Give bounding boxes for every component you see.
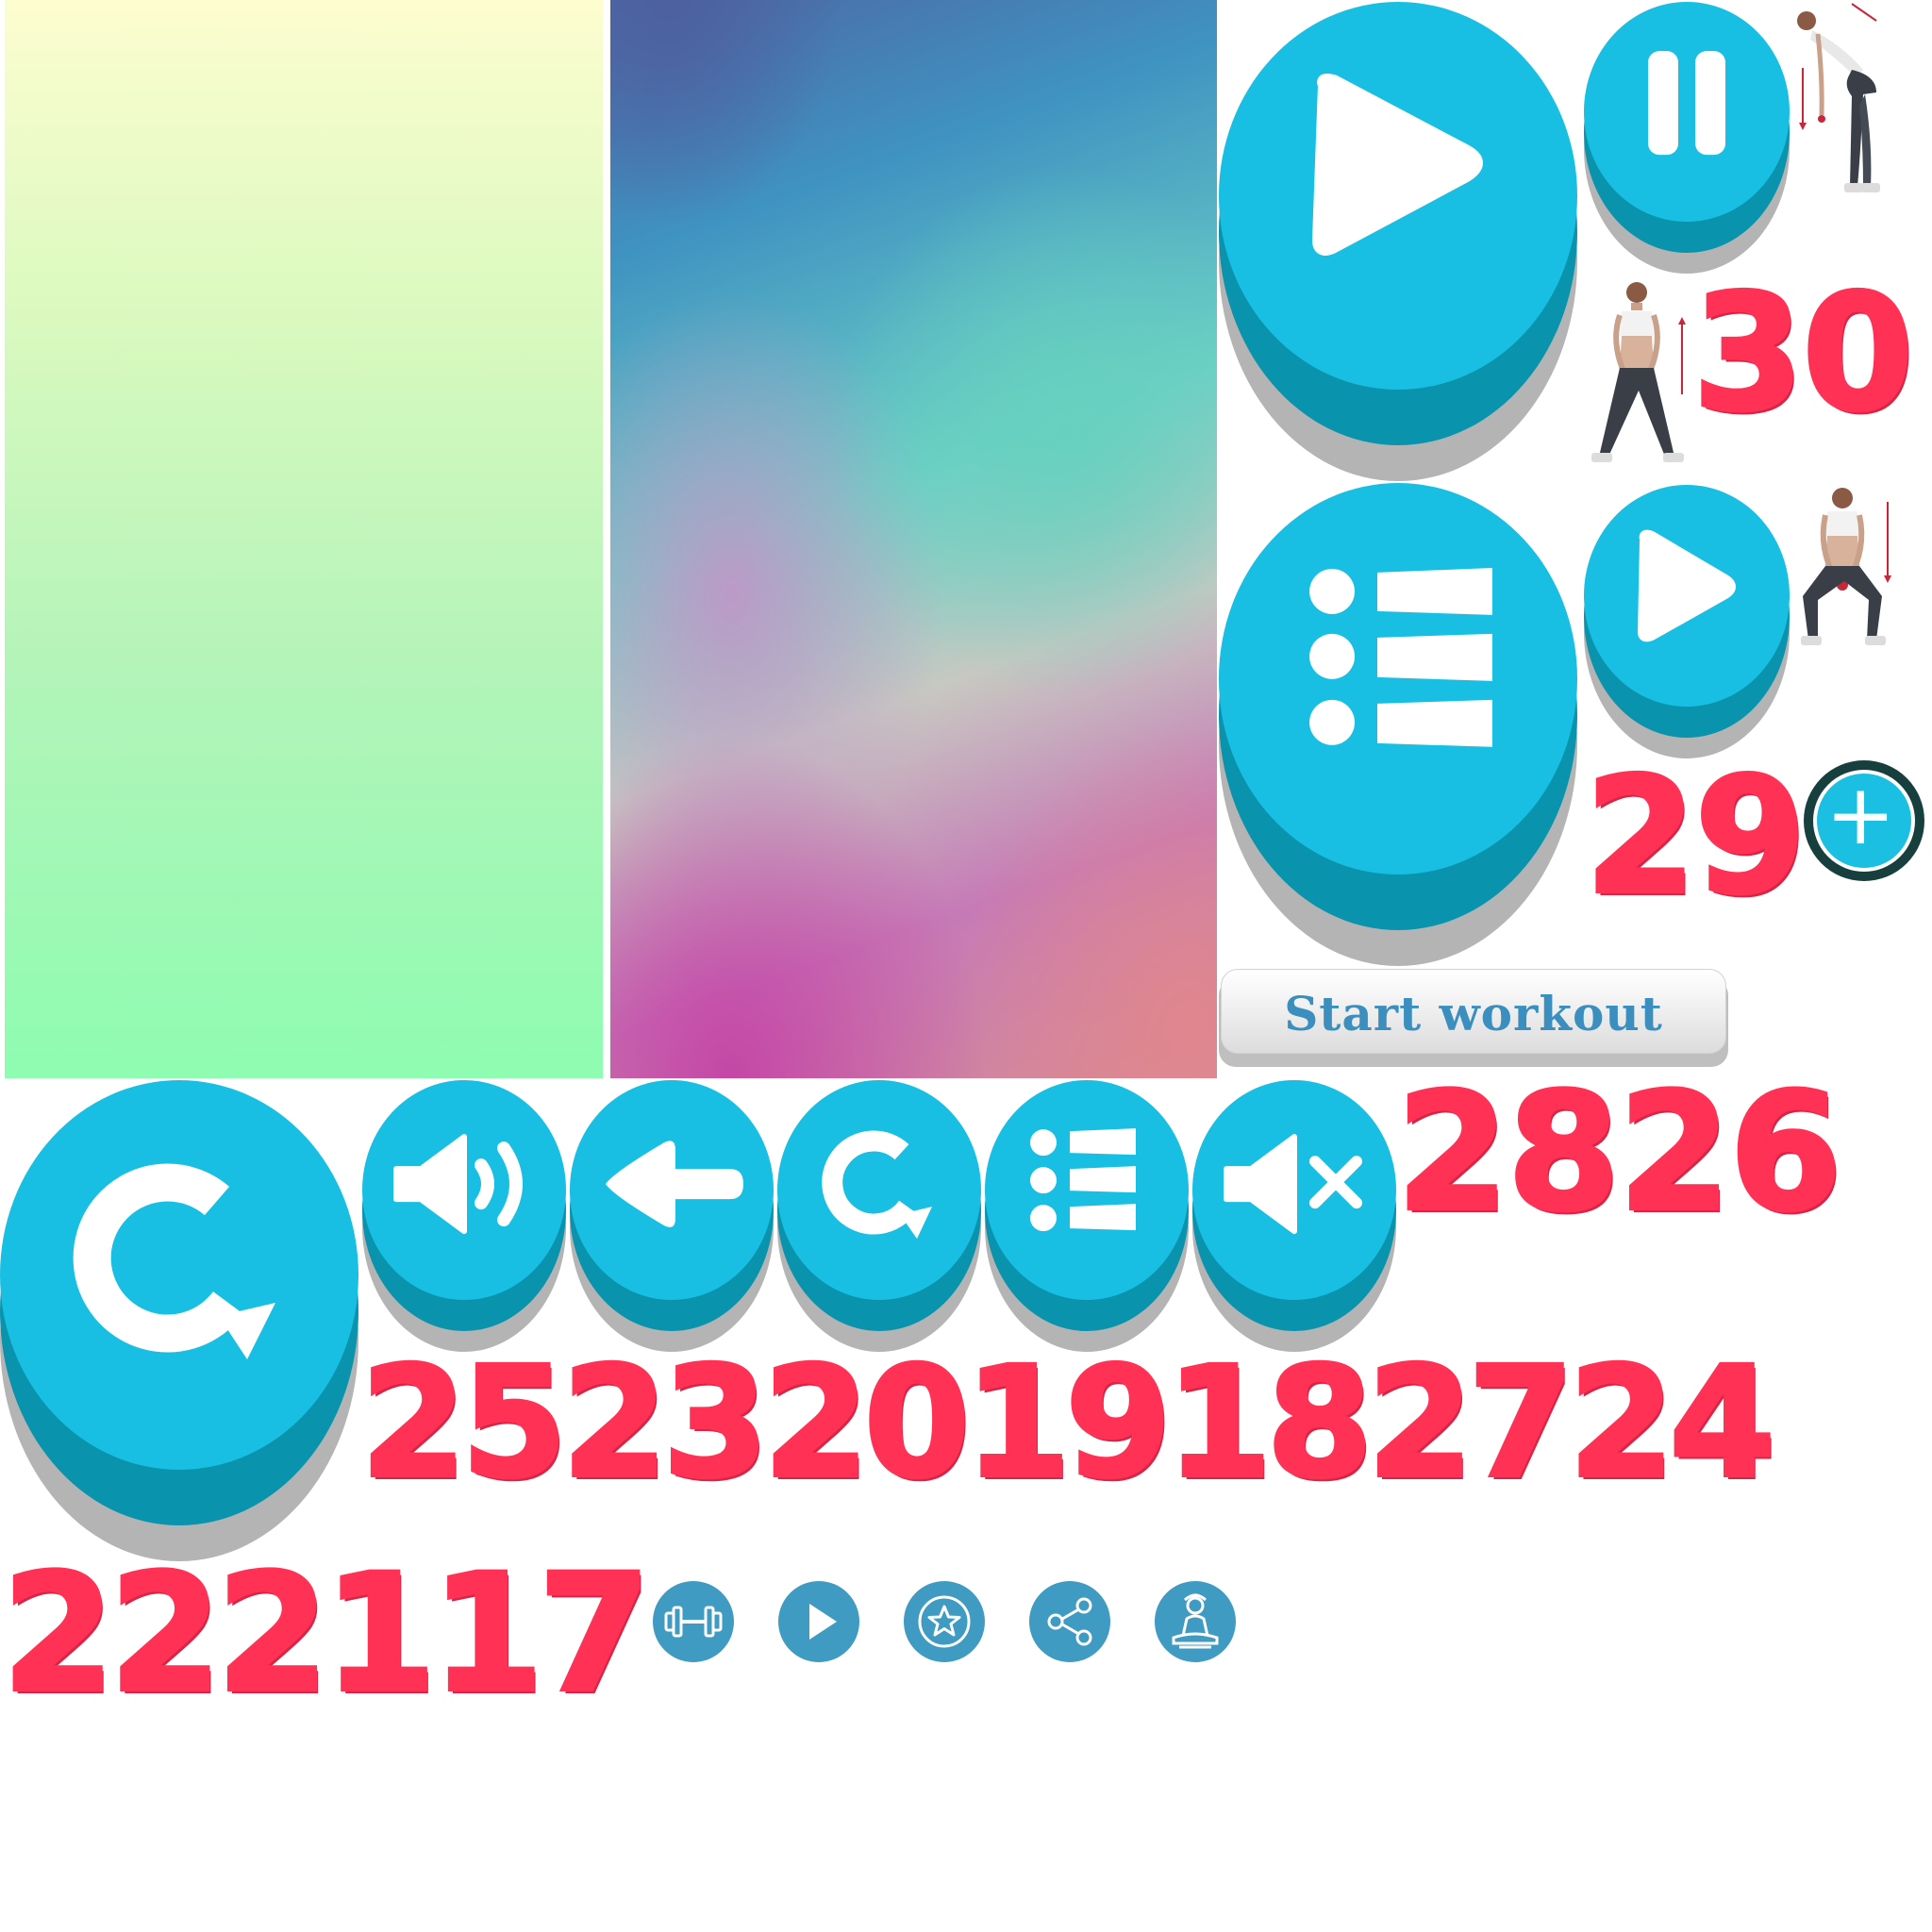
restart-icon: [73, 1163, 275, 1360]
share-button[interactable]: [1029, 1581, 1110, 1662]
restart-button-large[interactable]: [0, 1080, 358, 1561]
play-icon: [1638, 529, 1736, 642]
mute-icon: [1224, 1134, 1362, 1235]
restart-button-small[interactable]: [777, 1080, 981, 1352]
exercise-figure-bent-over: [1797, 3, 1880, 192]
number-29: 29: [1583, 743, 1808, 930]
pause-button[interactable]: [1584, 2, 1790, 274]
play-icon: [1312, 73, 1483, 256]
list-icon: [1030, 1128, 1136, 1232]
number-row-222117: 222117: [0, 1539, 653, 1728]
sound-on-icon: [393, 1134, 523, 1235]
star-icon: [918, 1595, 971, 1648]
back-button[interactable]: [570, 1080, 774, 1352]
exercise-figure-standing: [1591, 282, 1686, 462]
play-button-small[interactable]: [1584, 485, 1790, 758]
dumbbell-button[interactable]: [653, 1581, 734, 1662]
rate-button[interactable]: [904, 1581, 985, 1662]
meditation-button[interactable]: [1155, 1581, 1236, 1662]
exercise-figure-squat: [1801, 488, 1891, 645]
number-30: 30: [1690, 260, 1916, 447]
play-icon: [809, 1604, 837, 1640]
pause-icon: [1648, 51, 1725, 156]
back-arrow-icon: [606, 1141, 743, 1227]
list-icon: [1309, 567, 1492, 747]
dumbbell-icon: [664, 1606, 723, 1638]
play-button-large[interactable]: [1219, 2, 1577, 481]
list-button-large[interactable]: [1219, 483, 1577, 966]
plus-button[interactable]: [1804, 760, 1924, 881]
mute-button[interactable]: [1192, 1080, 1396, 1352]
share-icon: [1047, 1597, 1092, 1646]
restart-icon: [822, 1130, 932, 1240]
list-button-small[interactable]: [985, 1080, 1189, 1352]
number-2826: 2826: [1394, 1058, 1844, 1247]
start-workout-button[interactable]: Start workout: [1219, 969, 1728, 1067]
plus-icon: [1834, 791, 1888, 844]
background-gradient-multicolor: [610, 0, 1217, 1078]
number-row-25232019182724: 25232019182724: [358, 1335, 1777, 1512]
meditation-icon: [1172, 1593, 1219, 1649]
sound-on-button[interactable]: [362, 1080, 566, 1352]
play-button-flat[interactable]: [778, 1581, 859, 1662]
start-workout-label: Start workout: [1284, 986, 1663, 1041]
background-gradient-green: [5, 0, 603, 1078]
